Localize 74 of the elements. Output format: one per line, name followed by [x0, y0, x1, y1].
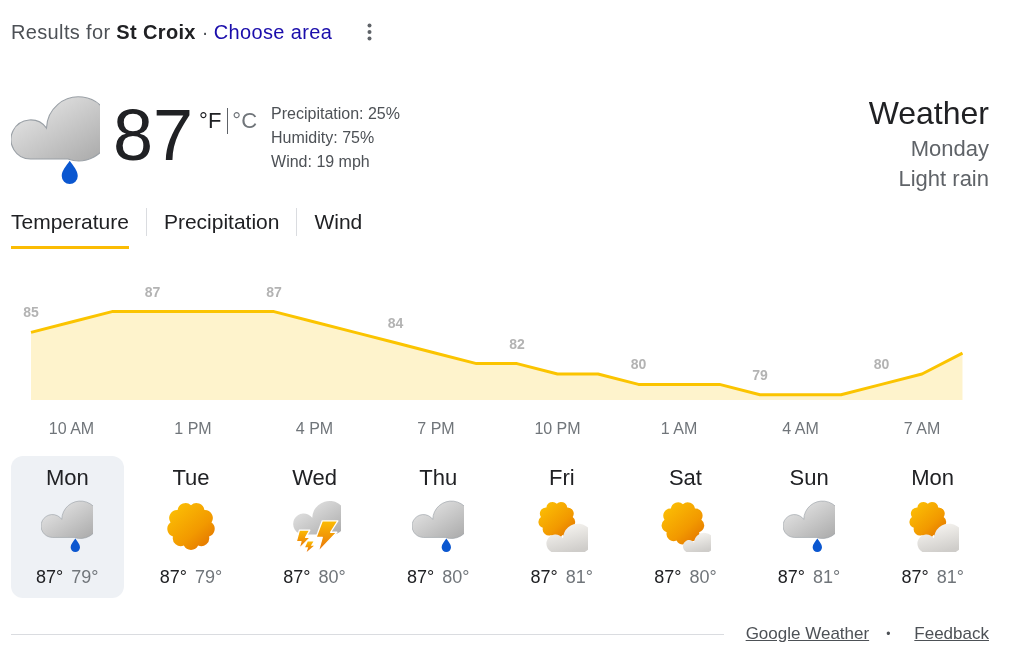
- low-temperature: 80°: [689, 566, 717, 588]
- day-card[interactable]: Sat 87° 80°: [629, 456, 742, 598]
- chart-tab[interactable]: Wind: [314, 208, 363, 249]
- high-temperature: 87°: [777, 566, 806, 588]
- high-temperature: 87°: [159, 566, 187, 588]
- bullet-separator: •: [886, 626, 891, 643]
- temperature-value: 82: [509, 335, 525, 352]
- temperature-value: 79: [752, 366, 768, 383]
- weather-detail: Precipitation: 25%: [271, 104, 400, 124]
- unit-toggle[interactable]: °C: [232, 108, 258, 134]
- rain-cloud-icon: [11, 95, 100, 184]
- low-temperature: 80°: [442, 566, 470, 588]
- high-temperature: 87°: [901, 566, 929, 588]
- day-name: Sun: [789, 464, 829, 492]
- footer-link[interactable]: Google Weather: [745, 623, 870, 645]
- weather-title: Weather: [868, 94, 989, 132]
- high-temperature: 87°: [406, 566, 435, 588]
- time-label: 4 PM: [295, 420, 334, 437]
- weather-detail: Wind: 19 mph: [271, 152, 371, 172]
- day-card[interactable]: Wed 87° 80°: [258, 456, 371, 598]
- chart-tab[interactable]: Temperature: [11, 208, 129, 249]
- day-card[interactable]: Fri 87° 81°: [505, 456, 619, 598]
- low-temperature: 80°: [318, 566, 346, 588]
- day-card[interactable]: Thu 87° 80°: [381, 456, 495, 598]
- high-temperature: 87°: [654, 566, 682, 588]
- temperature-value: 87: [144, 283, 161, 300]
- time-label: 7 AM: [903, 420, 941, 437]
- temperature-value: 85: [23, 304, 39, 321]
- more-options-icon[interactable]: [367, 23, 373, 41]
- day-card[interactable]: Tue 87° 79°: [134, 456, 248, 598]
- day-name: Sat: [668, 464, 702, 492]
- low-temperature: 81°: [936, 566, 964, 588]
- low-temperature: 79°: [194, 566, 223, 588]
- weather-detail: Humidity: 75%: [271, 128, 376, 148]
- time-label: 10 PM: [534, 420, 581, 437]
- sun-cloud-icon: [659, 500, 712, 552]
- time-label: 1 PM: [174, 420, 212, 437]
- results-heading: Results for St Croix · Choose area: [11, 20, 333, 45]
- high-temperature: 87°: [36, 566, 64, 588]
- weather-day: Monday: [910, 134, 989, 164]
- high-temperature: 87°: [283, 566, 311, 588]
- day-card[interactable]: Mon 87° 81°: [876, 456, 989, 598]
- day-name: Wed: [292, 464, 337, 492]
- day-name: Mon: [911, 464, 955, 492]
- day-name: Thu: [419, 464, 458, 492]
- high-temperature: 87°: [530, 566, 558, 588]
- sun-cloud-icon: [906, 500, 959, 552]
- rain-cloud-icon: [41, 500, 94, 552]
- temperature-value: 80: [630, 356, 647, 373]
- sun-cloud-icon: [535, 500, 588, 552]
- current-temperature: 87: [113, 99, 194, 171]
- time-label: 10 AM: [48, 420, 95, 437]
- choose-area-link[interactable]: Choose area: [213, 21, 333, 43]
- low-temperature: 81°: [565, 566, 594, 588]
- footer-link[interactable]: Feedback: [914, 623, 989, 645]
- sun-icon: [164, 500, 217, 552]
- time-label: 4 AM: [782, 420, 819, 437]
- day-card[interactable]: Sun 87° 81°: [752, 456, 866, 598]
- temperature-value: 80: [873, 356, 890, 373]
- temperature-value: 87: [266, 283, 282, 300]
- temperature-value: 84: [387, 314, 404, 331]
- day-name: Mon: [45, 464, 89, 492]
- weather-condition: Light rain: [898, 165, 989, 193]
- day-name: Tue: [172, 464, 210, 492]
- time-label: 7 PM: [417, 420, 455, 437]
- day-name: Fri: [549, 464, 575, 492]
- day-card[interactable]: Mon 87° 79°: [11, 456, 124, 598]
- rain-cloud-icon: [783, 500, 836, 552]
- low-temperature: 79°: [71, 566, 99, 588]
- low-temperature: 81°: [813, 566, 841, 588]
- time-label: 1 AM: [660, 420, 698, 437]
- unit-toggle[interactable]: °F: [199, 108, 222, 134]
- rain-cloud-icon: [412, 500, 465, 552]
- chart-tab[interactable]: Precipitation: [163, 208, 280, 249]
